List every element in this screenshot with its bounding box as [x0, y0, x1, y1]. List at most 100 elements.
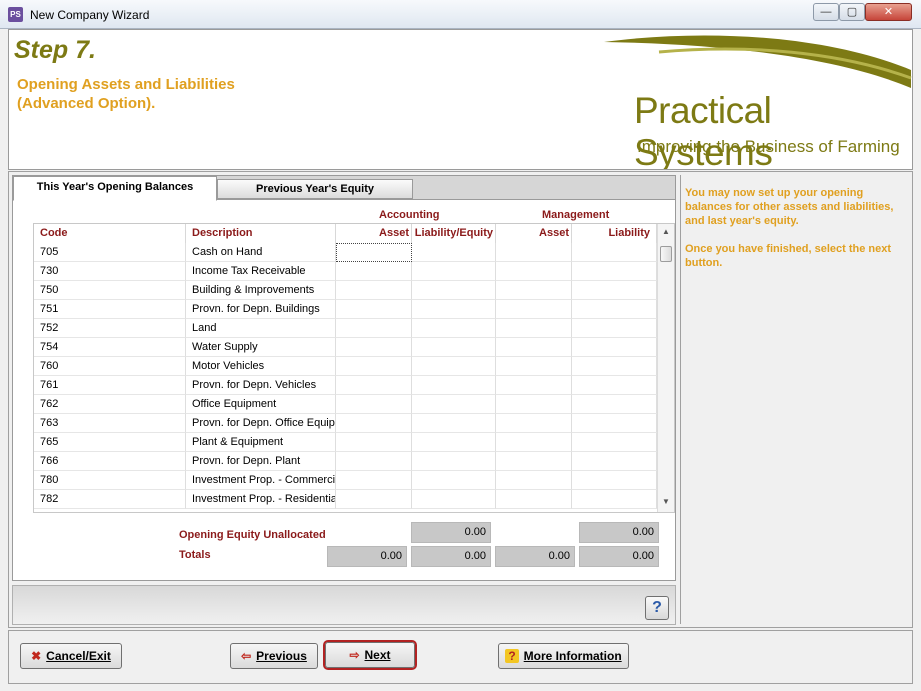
management-asset-cell[interactable] — [496, 452, 572, 471]
management-asset-cell[interactable] — [496, 338, 572, 357]
accounting-asset-cell[interactable] — [336, 243, 412, 262]
accounting-asset-cell[interactable] — [336, 357, 412, 376]
previous-button[interactable]: ⇦ Previous — [230, 643, 318, 669]
table-row[interactable]: 765 Plant & Equipment — [34, 433, 657, 452]
tab-this-years-opening-balances[interactable]: This Year's Opening Balances — [13, 176, 217, 201]
accounting-asset-cell[interactable] — [336, 452, 412, 471]
table-row[interactable]: 751 Provn. for Depn. Buildings — [34, 300, 657, 319]
accounting-liability-cell[interactable] — [412, 319, 496, 338]
accounting-asset-cell[interactable] — [336, 490, 412, 509]
table-row[interactable]: 763 Provn. for Depn. Office Equip. — [34, 414, 657, 433]
scroll-up-icon[interactable]: ▲ — [662, 227, 670, 236]
table-row[interactable]: 760 Motor Vehicles — [34, 357, 657, 376]
management-liability-cell[interactable] — [572, 395, 657, 414]
table-row[interactable]: 730 Income Tax Receivable — [34, 262, 657, 281]
row-description: Office Equipment — [186, 395, 336, 414]
table-row[interactable]: 782 Investment Prop. - Residential — [34, 490, 657, 509]
column-header-description[interactable]: Description — [186, 224, 336, 243]
management-asset-cell[interactable] — [496, 300, 572, 319]
accounting-liability-cell[interactable] — [412, 262, 496, 281]
accounting-asset-cell[interactable] — [336, 471, 412, 490]
management-liability-cell[interactable] — [572, 357, 657, 376]
accounting-liability-cell[interactable] — [412, 338, 496, 357]
column-header-accounting-asset[interactable]: Asset — [336, 224, 412, 243]
management-liability-cell[interactable] — [572, 281, 657, 300]
management-liability-cell[interactable] — [572, 319, 657, 338]
management-liability-cell[interactable] — [572, 452, 657, 471]
table-row[interactable]: 705 Cash on Hand — [34, 243, 657, 262]
management-liability-cell[interactable] — [572, 243, 657, 262]
accounting-liability-cell[interactable] — [412, 414, 496, 433]
table-row[interactable]: 780 Investment Prop. - Commercial — [34, 471, 657, 490]
management-liability-cell[interactable] — [572, 471, 657, 490]
accounting-liability-cell[interactable] — [412, 395, 496, 414]
management-liability-cell[interactable] — [572, 300, 657, 319]
row-code: 750 — [34, 281, 186, 300]
column-header-accounting-liability[interactable]: Liability/Equity — [412, 224, 496, 243]
accounting-liability-cell[interactable] — [412, 243, 496, 262]
accounting-asset-cell[interactable] — [336, 376, 412, 395]
management-asset-cell[interactable] — [496, 319, 572, 338]
row-code: 754 — [34, 338, 186, 357]
column-header-management-liability[interactable]: Liability — [572, 224, 657, 243]
management-liability-cell[interactable] — [572, 262, 657, 281]
management-asset-cell[interactable] — [496, 262, 572, 281]
management-asset-cell[interactable] — [496, 471, 572, 490]
close-button[interactable]: ✕ — [865, 3, 912, 21]
help-button[interactable]: ? — [645, 596, 669, 620]
management-asset-cell[interactable] — [496, 490, 572, 509]
accounting-asset-cell[interactable] — [336, 281, 412, 300]
table-row[interactable]: 752 Land — [34, 319, 657, 338]
accounting-asset-cell[interactable] — [336, 262, 412, 281]
column-header-code[interactable]: Code — [34, 224, 186, 243]
accounting-asset-cell[interactable] — [336, 433, 412, 452]
maximize-button[interactable]: ▢ — [839, 3, 865, 21]
column-header-management-asset[interactable]: Asset — [496, 224, 572, 243]
management-asset-cell[interactable] — [496, 395, 572, 414]
row-code: 730 — [34, 262, 186, 281]
accounting-asset-cell[interactable] — [336, 300, 412, 319]
more-information-button[interactable]: ? More Information — [498, 643, 629, 669]
row-description: Provn. for Depn. Office Equip. — [186, 414, 336, 433]
table-row[interactable]: 761 Provn. for Depn. Vehicles — [34, 376, 657, 395]
management-liability-cell[interactable] — [572, 433, 657, 452]
accounting-liability-cell[interactable] — [412, 452, 496, 471]
cancel-exit-button[interactable]: ✖ Cancel/Exit — [20, 643, 122, 669]
accounting-asset-cell[interactable] — [336, 395, 412, 414]
accounting-liability-cell[interactable] — [412, 490, 496, 509]
management-section-label: Management — [542, 209, 610, 221]
grid-vertical-scrollbar[interactable]: ▲ ▼ — [657, 224, 674, 512]
management-liability-cell[interactable] — [572, 414, 657, 433]
accounting-liability-cell[interactable] — [412, 433, 496, 452]
management-asset-cell[interactable] — [496, 357, 572, 376]
table-row[interactable]: 766 Provn. for Depn. Plant — [34, 452, 657, 471]
management-asset-cell[interactable] — [496, 433, 572, 452]
minimize-button[interactable]: — — [813, 3, 839, 21]
management-liability-cell[interactable] — [572, 376, 657, 395]
row-code: 751 — [34, 300, 186, 319]
table-row[interactable]: 750 Building & Improvements — [34, 281, 657, 300]
management-liability-cell[interactable] — [572, 338, 657, 357]
table-row[interactable]: 762 Office Equipment — [34, 395, 657, 414]
row-code: 761 — [34, 376, 186, 395]
row-description: Land — [186, 319, 336, 338]
accounting-liability-cell[interactable] — [412, 471, 496, 490]
management-asset-cell[interactable] — [496, 376, 572, 395]
tab-previous-years-equity[interactable]: Previous Year's Equity — [217, 179, 413, 199]
accounting-liability-cell[interactable] — [412, 300, 496, 319]
next-button[interactable]: ⇨ Next — [325, 642, 415, 668]
accounting-asset-cell[interactable] — [336, 338, 412, 357]
scroll-down-icon[interactable]: ▼ — [662, 497, 670, 506]
management-liability-cell[interactable] — [572, 490, 657, 509]
totals-label: Totals — [179, 549, 211, 561]
accounting-liability-cell[interactable] — [412, 281, 496, 300]
accounting-liability-cell[interactable] — [412, 376, 496, 395]
management-asset-cell[interactable] — [496, 414, 572, 433]
management-asset-cell[interactable] — [496, 281, 572, 300]
accounting-asset-cell[interactable] — [336, 319, 412, 338]
scroll-thumb[interactable] — [660, 246, 672, 262]
table-row[interactable]: 754 Water Supply — [34, 338, 657, 357]
management-asset-cell[interactable] — [496, 243, 572, 262]
accounting-liability-cell[interactable] — [412, 357, 496, 376]
accounting-asset-cell[interactable] — [336, 414, 412, 433]
